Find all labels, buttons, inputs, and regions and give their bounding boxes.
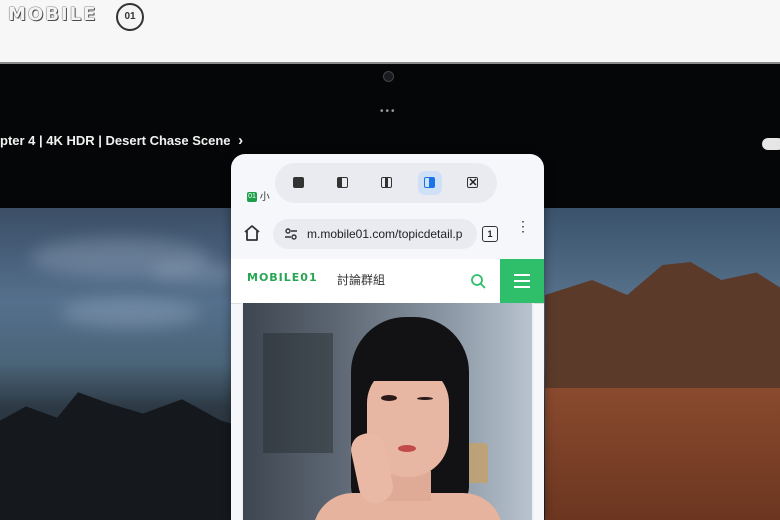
drag-handle-dots[interactable]: ••• bbox=[380, 106, 397, 117]
eye-shape bbox=[417, 397, 433, 400]
close-window-button[interactable]: ✕ bbox=[461, 171, 485, 195]
lips-shape bbox=[398, 445, 416, 452]
site-settings-icon[interactable] bbox=[284, 227, 298, 241]
toggle-switch[interactable] bbox=[762, 138, 780, 150]
site-favicon: 01 bbox=[247, 192, 257, 203]
url-text: m.mobile01.com/topicdetail.p bbox=[307, 227, 463, 241]
browser-tab[interactable]: 01 小 bbox=[247, 188, 277, 204]
split-center-icon bbox=[381, 177, 392, 188]
watermark-strip: MOBILE 01 bbox=[0, 0, 780, 62]
split-left-icon bbox=[337, 177, 348, 188]
floating-mode-button[interactable] bbox=[418, 171, 442, 195]
desert-sand bbox=[545, 388, 780, 520]
screen-bezel bbox=[0, 62, 780, 64]
video-title-text: pter 4 | 4K HDR | Desert Chase Scene bbox=[0, 133, 231, 148]
split-left-button[interactable] bbox=[331, 171, 355, 195]
post-photo[interactable] bbox=[243, 303, 532, 520]
home-icon[interactable] bbox=[243, 224, 261, 242]
tab-title: 小 bbox=[259, 192, 270, 203]
video-title[interactable]: pter 4 | 4K HDR | Desert Chase Scene › bbox=[0, 132, 243, 149]
fullscreen-icon bbox=[293, 177, 304, 188]
search-icon[interactable] bbox=[469, 272, 487, 290]
tab-switcher-button[interactable]: 1 bbox=[482, 226, 498, 242]
browser-address-bar-row: m.mobile01.com/topicdetail.p 1 ⋮ bbox=[231, 211, 544, 259]
rock-silhouette bbox=[0, 392, 260, 520]
background-shelf bbox=[263, 333, 333, 453]
site-logo[interactable]: MOBILE01 bbox=[247, 271, 318, 284]
watermark-text: MOBILE bbox=[8, 4, 98, 25]
section-title[interactable]: 討論群組 bbox=[337, 271, 385, 288]
split-center-button[interactable] bbox=[375, 171, 399, 195]
cloud bbox=[60, 298, 200, 328]
site-header: MOBILE01 討論群組 bbox=[231, 259, 544, 304]
hamburger-menu-button[interactable] bbox=[500, 259, 544, 303]
chevron-right-icon: › bbox=[238, 132, 244, 149]
more-menu-icon[interactable]: ⋮ bbox=[516, 219, 530, 233]
front-camera bbox=[383, 71, 394, 82]
menu-bar bbox=[514, 286, 530, 288]
address-bar[interactable]: m.mobile01.com/topicdetail.p bbox=[273, 219, 477, 249]
cloud bbox=[150, 263, 240, 283]
close-glyph: ✕ bbox=[468, 177, 478, 189]
watermark-badge: 01 bbox=[116, 3, 144, 31]
fullscreen-button[interactable] bbox=[287, 171, 311, 195]
floating-window-icon bbox=[424, 177, 435, 188]
page-content bbox=[241, 303, 534, 520]
menu-bar bbox=[514, 280, 530, 282]
menu-bar bbox=[514, 274, 530, 276]
eye-shape bbox=[381, 395, 397, 401]
window-mode-toolbar: ✕ bbox=[275, 163, 497, 203]
floating-browser-window[interactable]: ✕ 01 小 m.mobile01.com/topicdetail.p 1 ⋮ bbox=[231, 154, 544, 520]
tablet-screen: ••• pter 4 | 4K HDR | Desert Chase Scene… bbox=[0, 62, 780, 520]
